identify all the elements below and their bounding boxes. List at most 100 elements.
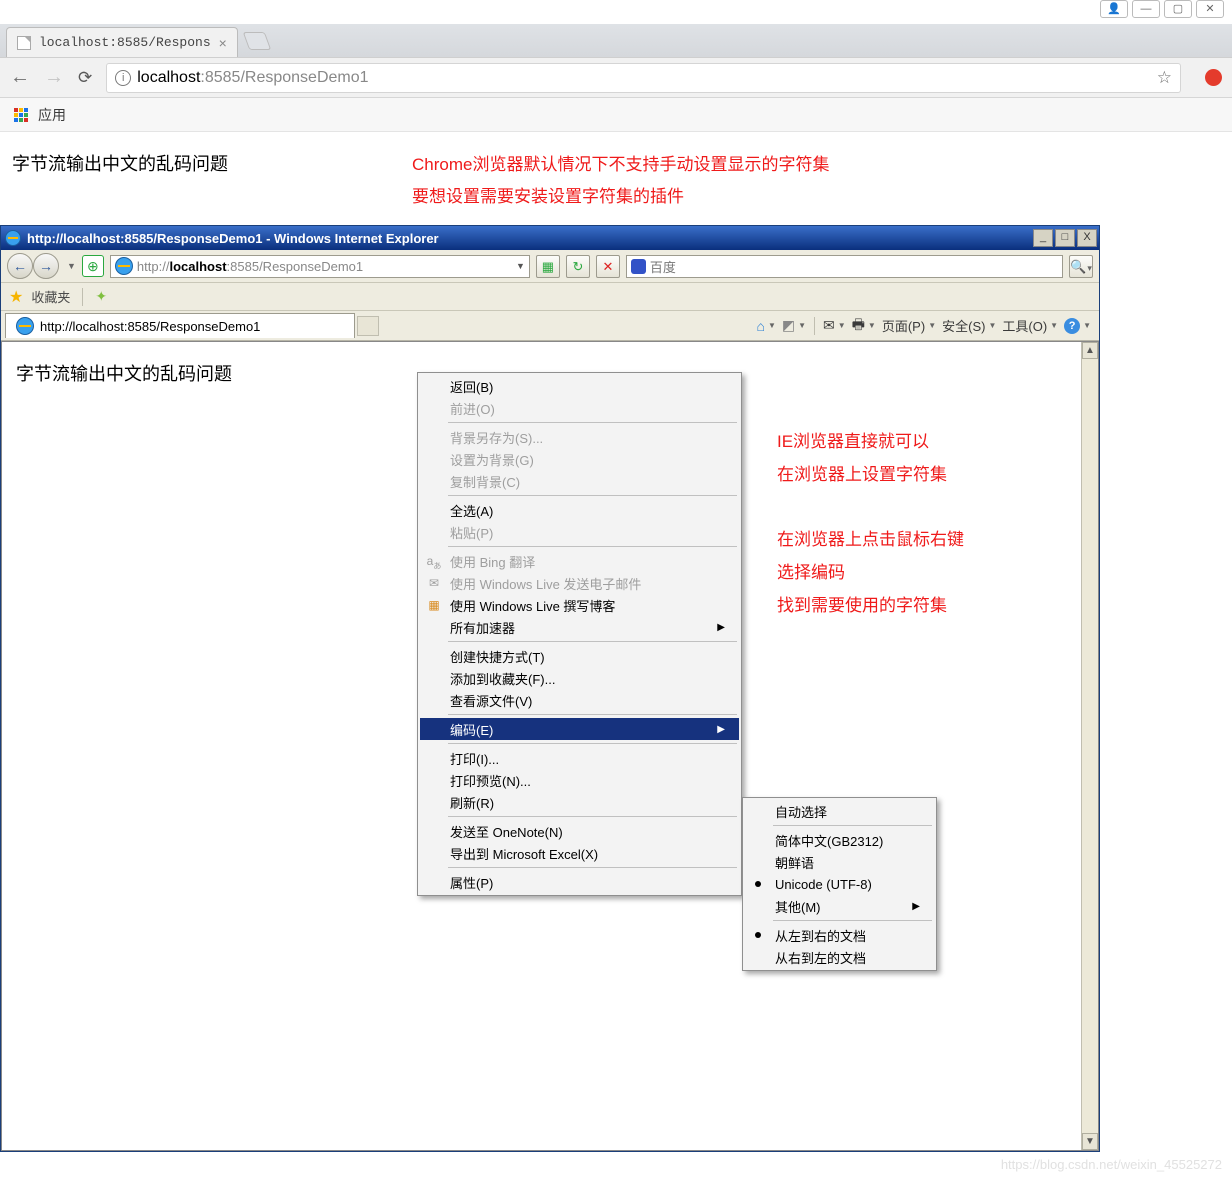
compat-view-icon[interactable]: ⊕ <box>82 255 104 277</box>
enc-rtl[interactable]: 从右到左的文档 <box>745 946 934 968</box>
ie-maximize-button[interactable]: □ <box>1055 229 1075 247</box>
extension-icon[interactable] <box>1205 69 1222 86</box>
reload-button[interactable]: ⟳ <box>78 68 92 88</box>
add-favorite-icon[interactable]: ✦ <box>95 288 107 305</box>
scroll-down-icon[interactable]: ▼ <box>1082 1133 1098 1150</box>
page-menu[interactable]: 页面(P) <box>882 316 925 335</box>
favorites-label[interactable]: 收藏夹 <box>31 287 70 306</box>
new-tab-button[interactable] <box>243 32 272 50</box>
ctx-sep <box>448 641 737 642</box>
selected-bullet-icon <box>755 932 761 938</box>
ie-close-button[interactable]: X <box>1077 229 1097 247</box>
safety-menu[interactable]: 安全(S) <box>942 316 985 335</box>
enc-korean[interactable]: 朝鲜语 <box>745 851 934 873</box>
ie-back-forward: ← → <box>7 253 59 279</box>
tab-close-icon[interactable]: × <box>219 35 227 51</box>
favorites-divider <box>82 288 83 306</box>
maximize-button[interactable]: ▢ <box>1164 0 1192 18</box>
ctx-sep <box>448 867 737 868</box>
enc-gb2312[interactable]: 简体中文(GB2312) <box>745 829 934 851</box>
annotation-line1: Chrome浏览器默认情况下不支持手动设置显示的字符集 <box>412 150 829 175</box>
ctx-accelerators[interactable]: 所有加速器▶ <box>420 616 739 638</box>
ctx-properties[interactable]: 属性(P) <box>420 871 739 893</box>
ctx-copy-bg: 复制背景(C) <box>420 470 739 492</box>
ctx-wl-mail: ✉使用 Windows Live 发送电子邮件 <box>420 572 739 594</box>
ie-annotation-3: 在浏览器上点击鼠标右键 <box>777 525 964 550</box>
search-go-button[interactable]: 🔍▾ <box>1069 255 1093 278</box>
bing-icon: aあ <box>426 553 442 569</box>
mail-icon[interactable]: ✉ <box>823 317 835 334</box>
home-icon[interactable]: ⌂ <box>757 318 765 334</box>
ctx-send-onenote[interactable]: 发送至 OneNote(N) <box>420 820 739 842</box>
close-button[interactable]: ✕ <box>1196 0 1224 18</box>
chrome-toolbar: ← → ⟳ i localhost:8585/ResponseDemo1 ☆ <box>0 57 1232 98</box>
ctx-save-bg: 背景另存为(S)... <box>420 426 739 448</box>
favorites-star-icon[interactable]: ★ <box>9 287 23 307</box>
ctx-encoding[interactable]: 编码(E)▶ <box>420 718 739 740</box>
refresh-button[interactable]: ↻ <box>566 255 590 278</box>
ie-minimize-button[interactable]: _ <box>1033 229 1053 247</box>
ie-address-bar[interactable]: http://localhost:8585/ResponseDemo1 ▼ <box>110 255 530 278</box>
ie-url-favicon <box>115 257 133 275</box>
ctx-wl-blog[interactable]: ▦使用 Windows Live 撰写博客 <box>420 594 739 616</box>
ctx-sep <box>773 920 932 921</box>
ctx-print[interactable]: 打印(I)... <box>420 747 739 769</box>
apps-icon[interactable] <box>14 108 28 122</box>
scroll-up-icon[interactable]: ▲ <box>1082 342 1098 359</box>
url-dropdown-icon[interactable]: ▼ <box>516 261 525 271</box>
enc-ltr[interactable]: 从左到右的文档 <box>745 924 934 946</box>
address-bar[interactable]: i localhost:8585/ResponseDemo1 ☆ <box>106 63 1181 93</box>
ie-newtab-button[interactable] <box>357 316 379 336</box>
annotation-line2: 要想设置需要安装设置字符集的插件 <box>412 182 684 207</box>
ie-annotation-4: 选择编码 <box>777 558 845 583</box>
ctx-set-bg: 设置为背景(G) <box>420 448 739 470</box>
ctx-export-excel[interactable]: 导出到 Microsoft Excel(X) <box>420 842 739 864</box>
forward-button[interactable]: → <box>44 66 64 89</box>
chrome-page-content: 字节流输出中文的乱码问题 Chrome浏览器默认情况下不支持手动设置显示的字符集… <box>12 150 1220 176</box>
compat-toggle-button[interactable]: ▦ <box>536 255 560 278</box>
feeds-icon[interactable]: ◩ <box>782 317 795 334</box>
ctx-print-preview[interactable]: 打印预览(N)... <box>420 769 739 791</box>
ie-search-box[interactable]: 百度 <box>626 255 1063 278</box>
bookmarks-bar: 应用 <box>0 98 1232 132</box>
ie-tab-label: http://localhost:8585/ResponseDemo1 <box>40 319 260 334</box>
user-icon[interactable]: 👤 <box>1100 0 1128 18</box>
ie-annotation-5: 找到需要使用的字符集 <box>777 591 947 616</box>
site-info-icon[interactable]: i <box>115 70 131 86</box>
url-text: localhost:8585/ResponseDemo1 <box>137 69 368 87</box>
ctx-refresh[interactable]: 刷新(R) <box>420 791 739 813</box>
ctx-sep <box>448 422 737 423</box>
ctx-back[interactable]: 返回(B) <box>420 375 739 397</box>
ctx-sep <box>448 743 737 744</box>
selected-bullet-icon <box>755 881 761 887</box>
ie-logo-icon <box>5 230 21 246</box>
ie-forward-button[interactable]: → <box>33 253 59 279</box>
enc-auto[interactable]: 自动选择 <box>745 800 934 822</box>
watermark: https://blog.csdn.net/weixin_45525272 <box>1001 1157 1222 1172</box>
baidu-icon <box>631 259 646 274</box>
vertical-scrollbar[interactable]: ▲ ▼ <box>1081 342 1098 1150</box>
ie-page-body-text: 字节流输出中文的乱码问题 <box>16 360 232 386</box>
print-icon[interactable]: 🖶 <box>852 314 865 338</box>
enc-other[interactable]: 其他(M)▶ <box>745 895 934 917</box>
ctx-view-source[interactable]: 查看源文件(V) <box>420 689 739 711</box>
ctx-select-all[interactable]: 全选(A) <box>420 499 739 521</box>
ie-title-text: http://localhost:8585/ResponseDemo1 - Wi… <box>27 231 439 246</box>
ie-page-tab[interactable]: http://localhost:8585/ResponseDemo1 <box>5 313 355 338</box>
ie-tab-row: http://localhost:8585/ResponseDemo1 ⌂▼ ◩… <box>1 311 1099 341</box>
minimize-button[interactable]: — <box>1132 0 1160 18</box>
chrome-tab[interactable]: localhost:8585/Respons × <box>6 27 238 57</box>
ie-window: http://localhost:8585/ResponseDemo1 - Wi… <box>0 225 1100 1152</box>
apps-label[interactable]: 应用 <box>38 105 66 125</box>
ctx-sep <box>448 495 737 496</box>
ie-back-button[interactable]: ← <box>7 253 33 279</box>
ctx-create-shortcut[interactable]: 创建快捷方式(T) <box>420 645 739 667</box>
back-button[interactable]: ← <box>10 66 30 89</box>
enc-utf8[interactable]: Unicode (UTF-8) <box>745 873 934 895</box>
stop-button[interactable]: ✕ <box>596 255 620 278</box>
tools-menu[interactable]: 工具(O) <box>1002 316 1047 335</box>
bookmark-star-icon[interactable]: ☆ <box>1157 68 1172 88</box>
help-icon[interactable]: ? <box>1064 318 1080 334</box>
history-dropdown-icon[interactable]: ▼ <box>67 261 76 271</box>
ctx-add-favorite[interactable]: 添加到收藏夹(F)... <box>420 667 739 689</box>
